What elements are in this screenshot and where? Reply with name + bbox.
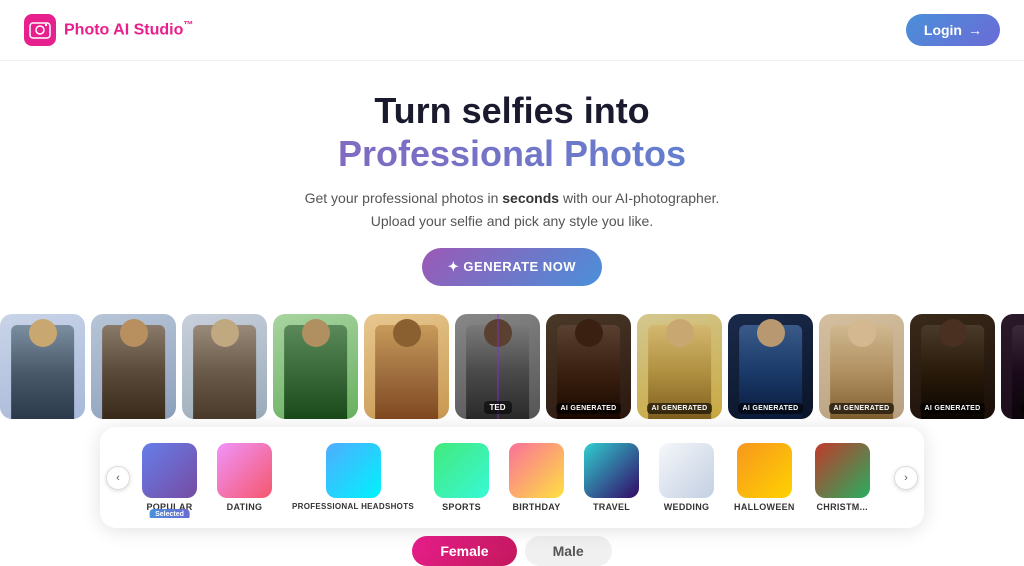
photo-card xyxy=(182,314,267,419)
ai-generated-badge: AI GENERATED xyxy=(920,403,986,414)
logo-text: Photo AI Studio™ xyxy=(64,20,193,39)
ted-badge: TED xyxy=(484,401,512,414)
category-thumb-professional xyxy=(326,443,381,498)
logo-area: Photo AI Studio™ xyxy=(24,14,193,46)
category-item-wedding[interactable]: WEDDING xyxy=(649,437,724,518)
male-button[interactable]: Male xyxy=(525,536,612,566)
category-item-travel[interactable]: TRAVEL xyxy=(574,437,649,518)
ai-generated-badge: AI GENE... xyxy=(1020,403,1024,414)
photo-strip: TED AI GENERATED AI GENERATED AI GENERAT… xyxy=(0,302,1024,427)
category-item-popular[interactable]: POPULAR Selected xyxy=(132,437,207,518)
female-button[interactable]: Female xyxy=(412,536,516,566)
category-scroll: POPULAR Selected DATING PROFESSIONAL HEA… xyxy=(100,437,924,518)
category-thumb-dating xyxy=(217,443,272,498)
category-thumb-halloween xyxy=(737,443,792,498)
hero-title-top: Turn selfies into xyxy=(20,89,1004,132)
logo-icon xyxy=(24,14,56,46)
category-item-professional[interactable]: PROFESSIONAL HEADSHOTS xyxy=(282,437,424,518)
photo-card-ai: AI GENERATED xyxy=(637,314,722,419)
carousel-left-arrow[interactable]: ‹ xyxy=(106,466,130,490)
carousel-right-arrow[interactable]: › xyxy=(894,466,918,490)
ai-generated-badge: AI GENERATED xyxy=(738,403,804,414)
login-button[interactable]: Login → xyxy=(906,14,1000,46)
gender-selector: Female Male xyxy=(0,536,1024,566)
hero-title-bottom: Professional Photos xyxy=(20,132,1004,175)
category-item-sports[interactable]: SPORTS xyxy=(424,437,499,518)
photo-card-ai: AI GENE... xyxy=(1001,314,1024,419)
ai-generated-badge: AI GENERATED xyxy=(829,403,895,414)
category-thumb-sports xyxy=(434,443,489,498)
selected-badge: Selected xyxy=(149,509,190,518)
photo-card xyxy=(91,314,176,419)
category-item-dating[interactable]: DATING xyxy=(207,437,282,518)
hero-section: Turn selfies into Professional Photos Ge… xyxy=(0,61,1024,302)
category-item-halloween[interactable]: HALLOWEEN xyxy=(724,437,805,518)
photo-card xyxy=(364,314,449,419)
photo-card-ai: AI GENERATED xyxy=(819,314,904,419)
photo-card-ai: AI GENERATED xyxy=(910,314,995,419)
ai-generated-badge: AI GENERATED xyxy=(556,403,622,414)
photo-card-ai: AI GENERATED xyxy=(728,314,813,419)
header: Photo AI Studio™ Login → xyxy=(0,0,1024,61)
photo-card: TED xyxy=(455,314,540,419)
category-thumb-wedding xyxy=(659,443,714,498)
hero-subtitle: Get your professional photos in seconds … xyxy=(20,187,1004,232)
category-item-christmas[interactable]: CHRISTM... xyxy=(805,437,880,518)
category-carousel: ‹ POPULAR Selected DATING PROFESSIONAL H… xyxy=(100,427,924,528)
category-thumb-travel xyxy=(584,443,639,498)
generate-now-button[interactable]: ✦ GENERATE NOW xyxy=(422,248,602,286)
photo-card-ai: AI GENERATED xyxy=(546,314,631,419)
photo-card xyxy=(0,314,85,419)
ai-generated-badge: AI GENERATED xyxy=(647,403,713,414)
category-thumb-birthday xyxy=(509,443,564,498)
category-item-birthday[interactable]: BIRTHDAY xyxy=(499,437,574,518)
category-thumb-christmas xyxy=(815,443,870,498)
category-thumb-popular xyxy=(142,443,197,498)
photo-card xyxy=(273,314,358,419)
